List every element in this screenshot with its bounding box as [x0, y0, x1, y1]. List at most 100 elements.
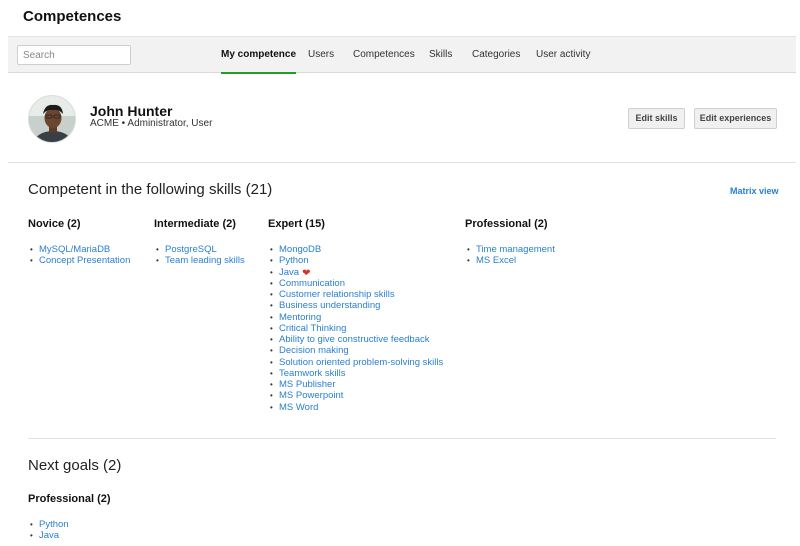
- skill-link[interactable]: MS Powerpoint: [279, 390, 343, 401]
- bullet-icon: •: [270, 301, 273, 311]
- skill-list: • Python • Java: [28, 519, 111, 542]
- list-item: • Team leading skills: [154, 255, 245, 266]
- level-column-novice: Novice (2) • MySQL/MariaDB • Concept Prese…: [28, 218, 130, 267]
- user-org-roles: ACME • Administrator, User: [90, 118, 213, 129]
- list-item: • Critical Thinking: [268, 323, 443, 334]
- matrix-view-link[interactable]: Matrix view: [730, 186, 779, 196]
- list-item: • MongoDB: [268, 244, 443, 255]
- skill-link[interactable]: Concept Presentation: [39, 255, 130, 266]
- competent-section-title: Competent in the following skills (21): [28, 181, 273, 198]
- skill-link[interactable]: Customer relationship skills: [279, 289, 395, 300]
- skill-list: • PostgreSQL • Team leading skills: [154, 244, 245, 267]
- tab-users[interactable]: Users: [308, 37, 334, 73]
- skill-list: • MongoDB • Python • Java ❤ • Communication •…: [268, 244, 443, 413]
- skill-link[interactable]: Decision making: [279, 345, 349, 356]
- bullet-icon: •: [270, 267, 273, 277]
- avatar-photo-icon: [29, 96, 75, 142]
- edit-experiences-button[interactable]: Edit experiences: [694, 108, 777, 129]
- divider: [28, 438, 776, 439]
- list-item: • Concept Presentation: [28, 255, 130, 266]
- user-name: John Hunter: [90, 103, 173, 119]
- skill-link[interactable]: MySQL/MariaDB: [39, 244, 110, 255]
- list-item: • Business understanding: [268, 300, 443, 311]
- bullet-icon: •: [270, 256, 273, 266]
- level-heading: Professional (2): [28, 493, 111, 505]
- skill-link[interactable]: Business understanding: [279, 300, 380, 311]
- divider: [8, 162, 796, 163]
- list-item: • MS Powerpoint: [268, 390, 443, 401]
- skill-link[interactable]: MongoDB: [279, 244, 321, 255]
- list-item: • Communication: [268, 278, 443, 289]
- list-item: • Time management: [465, 244, 555, 255]
- skill-link[interactable]: Ability to give constructive feedback: [279, 334, 430, 345]
- level-heading: Intermediate (2): [154, 218, 236, 230]
- tab-user-activity[interactable]: User activity: [536, 37, 590, 73]
- list-item: • Python: [268, 255, 443, 266]
- list-item: • Teamwork skills: [268, 368, 443, 379]
- skill-link[interactable]: MS Word: [279, 402, 318, 413]
- tab-competences[interactable]: Competences: [353, 37, 415, 73]
- bullet-icon: •: [270, 323, 273, 333]
- skill-link[interactable]: MS Excel: [476, 255, 516, 266]
- skill-link[interactable]: MS Publisher: [279, 379, 336, 390]
- skill-link[interactable]: Teamwork skills: [279, 368, 346, 379]
- bullet-icon: •: [270, 312, 273, 322]
- bullet-icon: •: [156, 256, 159, 266]
- goal-skill-link[interactable]: Java: [39, 530, 59, 541]
- list-item: • MS Word: [268, 402, 443, 413]
- top-navigation-bar: My competence Users Competences Skills C…: [8, 36, 796, 74]
- bullet-icon: •: [270, 391, 273, 401]
- level-column-professional: Professional (2) • Time management • MS Ex…: [465, 218, 555, 267]
- skill-link[interactable]: Team leading skills: [165, 255, 245, 266]
- list-item: • MS Excel: [465, 255, 555, 266]
- list-item: • Java: [28, 530, 111, 541]
- tab-my-competence[interactable]: My competence: [221, 37, 297, 74]
- skill-list: • MySQL/MariaDB • Concept Presentation: [28, 244, 130, 267]
- bullet-icon: •: [270, 335, 273, 344]
- list-item: • Solution oriented problem-solving skill…: [268, 357, 443, 368]
- list-item: • Decision making: [268, 345, 443, 356]
- skill-link[interactable]: Critical Thinking: [279, 323, 346, 334]
- list-item: • PostgreSQL: [154, 244, 245, 255]
- level-heading: Expert (15): [268, 218, 325, 230]
- bullet-icon: •: [270, 278, 273, 288]
- list-item: • MySQL/MariaDB: [28, 244, 130, 255]
- bullet-icon: •: [467, 245, 470, 254]
- bullet-icon: •: [270, 346, 273, 356]
- bullet-icon: •: [270, 290, 273, 299]
- skill-list: • Time management • MS Excel: [465, 244, 555, 267]
- skill-link[interactable]: Time management: [476, 244, 555, 255]
- bullet-icon: •: [270, 245, 273, 254]
- level-column-expert: Expert (15) • MongoDB • Python • Java ❤ • Com…: [268, 218, 443, 413]
- bullet-icon: •: [270, 402, 273, 412]
- edit-skills-button[interactable]: Edit skills: [628, 108, 685, 129]
- list-item: • Ability to give constructive feedback: [268, 334, 443, 345]
- list-item: • MS Publisher: [268, 379, 443, 390]
- skill-link[interactable]: Communication: [279, 278, 345, 289]
- goals-section-title: Next goals (2): [28, 457, 122, 474]
- bullet-icon: •: [156, 245, 159, 254]
- search-input[interactable]: [17, 45, 131, 65]
- bullet-icon: •: [270, 368, 273, 378]
- skill-link[interactable]: Java: [279, 267, 299, 278]
- list-item: • Mentoring: [268, 312, 443, 323]
- bullet-icon: •: [30, 245, 33, 254]
- skill-link[interactable]: PostgreSQL: [165, 244, 217, 255]
- level-heading: Professional (2): [465, 218, 548, 230]
- tab-skills[interactable]: Skills: [429, 37, 452, 73]
- goals-level-column-professional: Professional (2) • Python • Java: [28, 493, 111, 542]
- list-item: • Customer relationship skills: [268, 289, 443, 300]
- skill-link[interactable]: Python: [279, 255, 309, 266]
- list-item: • Java ❤: [268, 267, 443, 279]
- skill-link[interactable]: Solution oriented problem-solving skills: [279, 357, 443, 368]
- avatar: [28, 95, 76, 143]
- bullet-icon: •: [270, 357, 273, 367]
- goal-skill-link[interactable]: Python: [39, 519, 69, 530]
- bullet-icon: •: [30, 531, 33, 541]
- skill-link[interactable]: Mentoring: [279, 312, 321, 323]
- level-column-intermediate: Intermediate (2) • PostgreSQL • Team leadi…: [154, 218, 245, 267]
- bullet-icon: •: [467, 256, 470, 266]
- list-item: • Python: [28, 519, 111, 530]
- bullet-icon: •: [30, 256, 33, 266]
- tab-categories[interactable]: Categories: [472, 37, 520, 73]
